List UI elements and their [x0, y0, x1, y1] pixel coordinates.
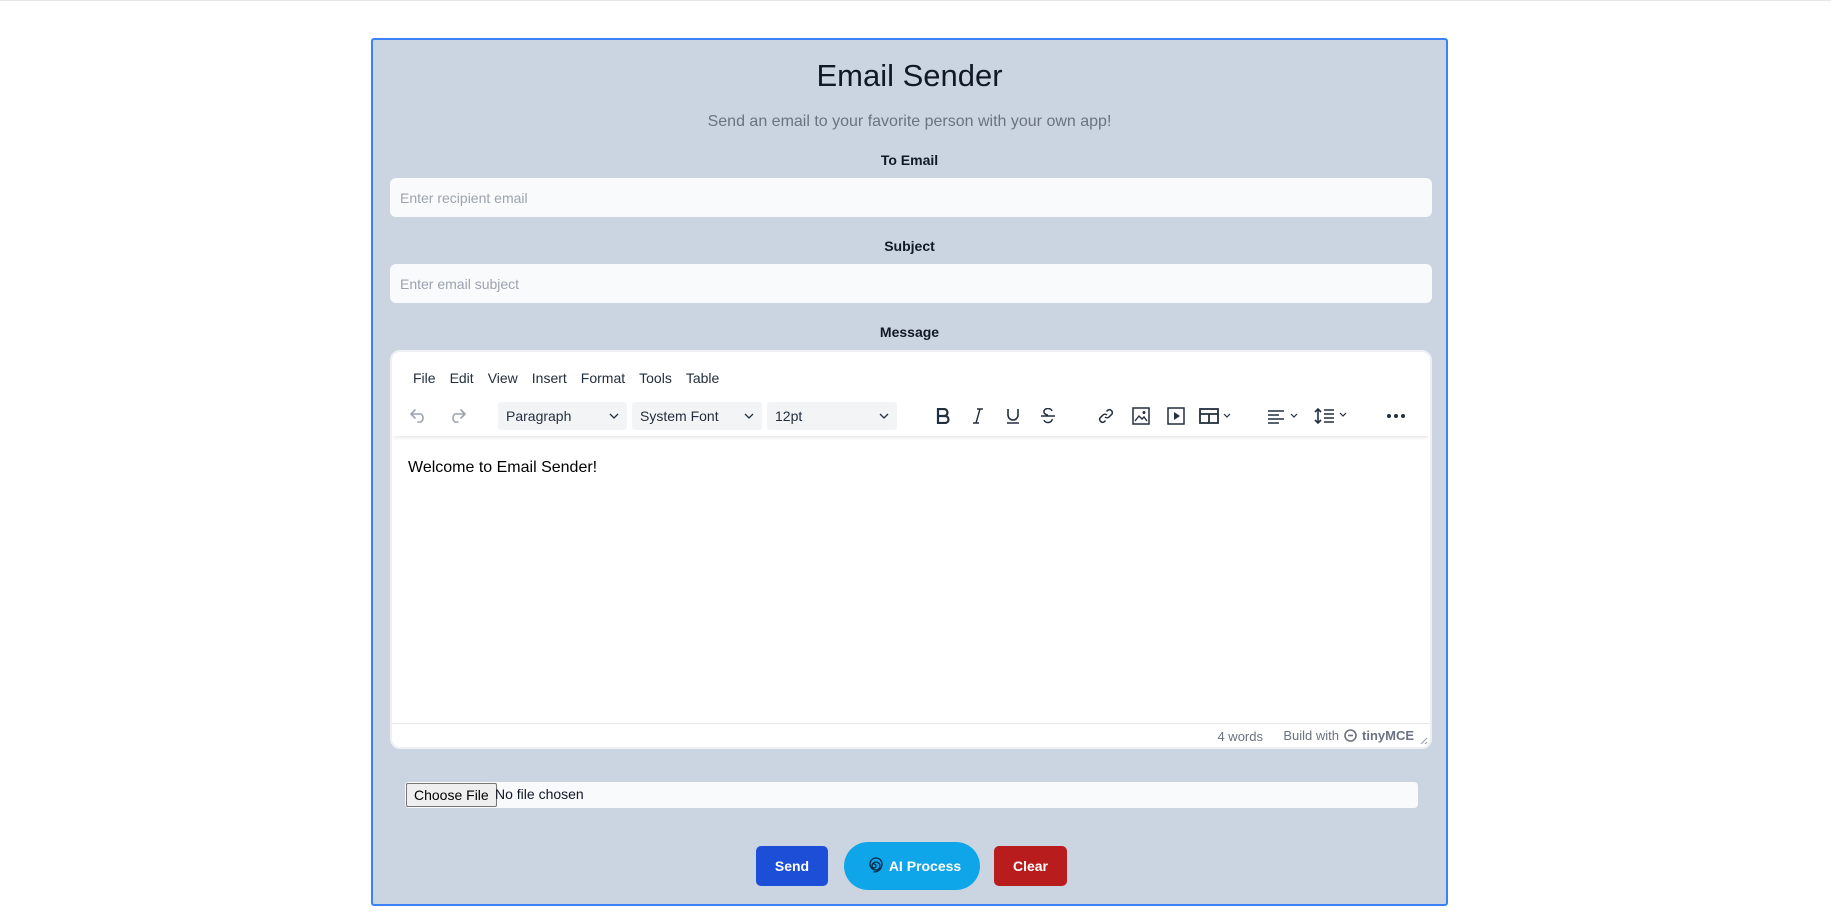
subject-input[interactable]: [390, 264, 1432, 303]
table-icon[interactable]: [1196, 401, 1236, 431]
image-icon[interactable]: [1126, 401, 1156, 431]
email-form-card: Email Sender Send an email to your favor…: [371, 38, 1448, 906]
clear-button-label: Clear: [1012, 858, 1049, 874]
tinymce-logo-icon: [1344, 729, 1357, 742]
menu-table[interactable]: Table: [683, 366, 728, 386]
line-height-icon[interactable]: [1312, 401, 1352, 431]
branding-name: tinyMCE: [1362, 728, 1414, 743]
chevron-down-icon: [744, 413, 754, 419]
more-icon[interactable]: [1381, 401, 1411, 431]
choose-file-button[interactable]: Choose File: [406, 783, 497, 807]
strikethrough-icon[interactable]: [1033, 401, 1063, 431]
ai-process-button[interactable]: AI Process: [844, 842, 980, 890]
top-divider: [0, 0, 1831, 1]
font-size-select[interactable]: 12pt: [767, 402, 897, 430]
menu-tools[interactable]: Tools: [636, 366, 681, 386]
menu-file[interactable]: File: [410, 366, 445, 386]
resize-handle-icon[interactable]: [1418, 735, 1428, 745]
block-format-select[interactable]: Paragraph: [498, 402, 627, 430]
block-format-value: Paragraph: [506, 408, 572, 424]
file-input: Choose File No file chosen: [405, 782, 1418, 808]
editor-toolbar: Paragraph System Font 12pt: [392, 396, 1430, 436]
page-subtitle: Send an email to your favorite person wi…: [707, 113, 1112, 130]
rich-text-editor: File Edit View Insert Format Tools Table…: [390, 350, 1432, 749]
editor-branding[interactable]: Build with tinyMCE: [1283, 728, 1414, 743]
branding-prefix: Build with: [1283, 728, 1339, 743]
send-button[interactable]: Send: [756, 846, 828, 886]
font-family-select[interactable]: System Font: [632, 402, 762, 430]
editor-statusbar: 4 words Build with tinyMCE: [392, 723, 1430, 747]
font-family-value: System Font: [640, 408, 719, 424]
chevron-down-icon: [879, 413, 889, 419]
message-label: Message: [879, 324, 940, 340]
menu-format[interactable]: Format: [578, 366, 634, 386]
menu-edit[interactable]: Edit: [447, 366, 483, 386]
link-icon[interactable]: [1091, 401, 1121, 431]
page-title: Email Sender: [816, 58, 1003, 93]
to-email-input[interactable]: [390, 178, 1432, 217]
editor-menubar: File Edit View Insert Format Tools Table: [410, 366, 730, 386]
subject-label: Subject: [884, 238, 935, 254]
ai-swirl-icon: [869, 857, 883, 873]
redo-icon[interactable]: [442, 401, 472, 431]
clear-button[interactable]: Clear: [994, 846, 1067, 886]
send-button-label: Send: [774, 858, 810, 874]
editor-content[interactable]: Welcome to Email Sender!: [408, 459, 597, 477]
ai-process-label: AI Process: [888, 858, 962, 874]
media-icon[interactable]: [1161, 401, 1191, 431]
italic-icon[interactable]: [963, 401, 993, 431]
align-icon[interactable]: [1264, 401, 1304, 431]
to-email-label: To Email: [880, 152, 939, 168]
font-size-value: 12pt: [775, 408, 803, 424]
menu-view[interactable]: View: [485, 366, 527, 386]
underline-icon[interactable]: [998, 401, 1028, 431]
word-count[interactable]: 4 words: [1217, 729, 1263, 744]
undo-icon[interactable]: [404, 401, 434, 431]
file-status: No file chosen: [495, 786, 584, 802]
chevron-down-icon: [609, 413, 619, 419]
bold-icon[interactable]: [928, 401, 958, 431]
menu-insert[interactable]: Insert: [529, 366, 576, 386]
